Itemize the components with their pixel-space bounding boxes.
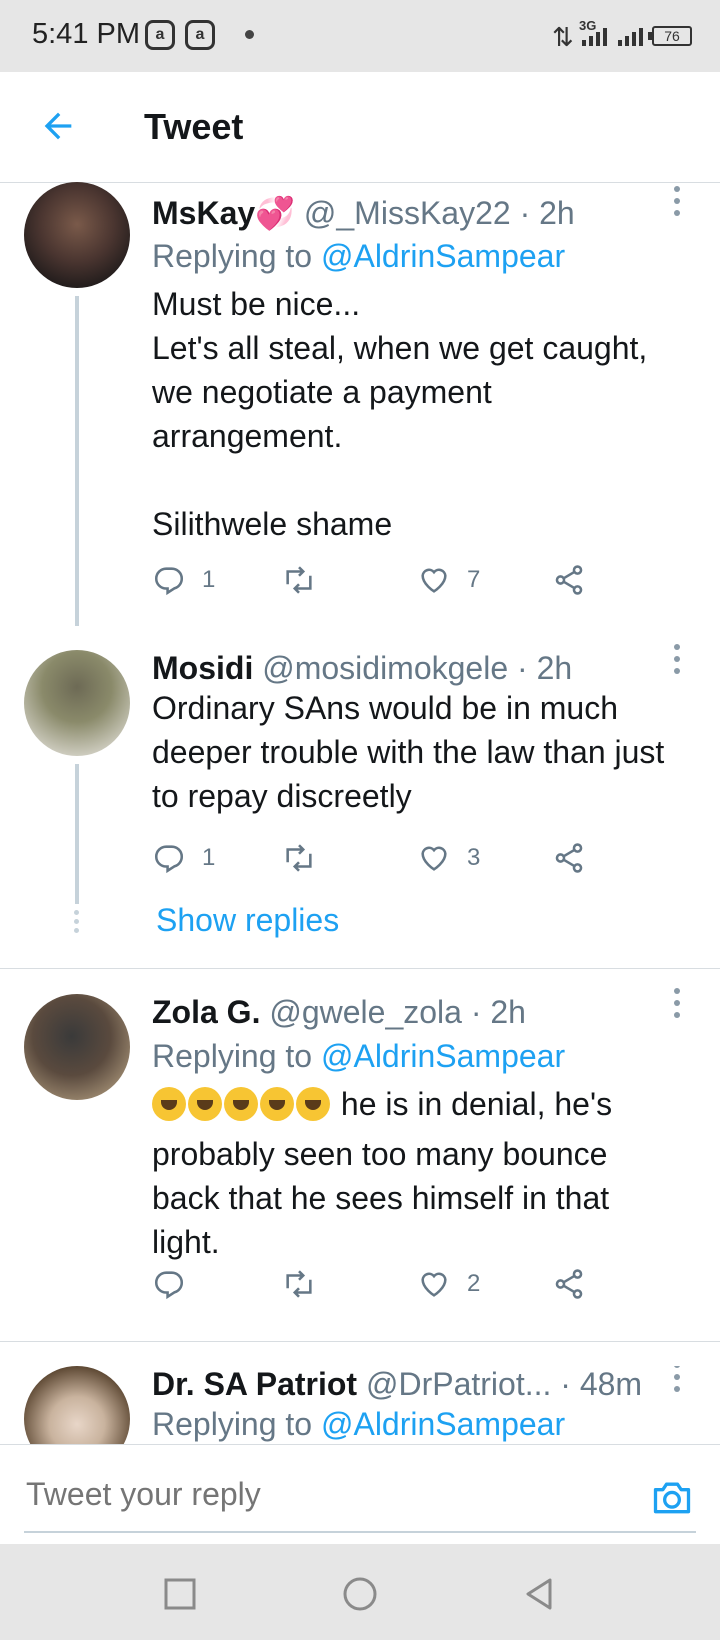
tweet-actions: 1 7 [152, 560, 672, 600]
data-transfer-icon: ⇅ [552, 22, 574, 52]
camera-icon[interactable] [650, 1475, 694, 1519]
tweet-time: · 48m [560, 1366, 643, 1402]
recent-apps-icon[interactable] [160, 1574, 200, 1614]
replying-to: Replying to @AldrinSampear [152, 1038, 566, 1074]
more-options-icon[interactable] [674, 1366, 680, 1398]
show-replies-link[interactable]: Show replies [156, 902, 339, 939]
tweet-time: · 2h [517, 650, 573, 686]
like-count: 3 [467, 844, 481, 871]
reply-icon [154, 567, 184, 596]
tweet-text: Must be nice... Let's all steal, when we… [152, 286, 648, 542]
tweet-actions: 2 [152, 1264, 672, 1304]
reply-button[interactable]: 1 [152, 838, 215, 878]
like-button[interactable]: 3 [417, 838, 480, 878]
input-underline [24, 1531, 696, 1533]
tweet-header: Dr. SA Patriot @DrPatriot... · 48m [152, 1366, 642, 1403]
tweet-header: MsKay💞 @_MissKay22 · 2h [152, 194, 575, 232]
more-options-icon[interactable] [674, 644, 680, 680]
author-handle[interactable]: @gwele_zola [269, 994, 462, 1030]
like-button[interactable]: 7 [417, 560, 480, 600]
tweet-header: Mosidi @mosidimokgele · 2h [152, 650, 572, 687]
laughing-emoji-row [152, 1087, 332, 1132]
top-app-bar: Tweet [0, 72, 720, 183]
app-notification-icon: a [185, 20, 215, 50]
author-handle[interactable]: @mosidimokgele [262, 650, 508, 686]
status-bar: 5:41 PM a a ⇅ 3G 76 [0, 0, 720, 72]
share-button[interactable] [552, 560, 586, 600]
retweet-button[interactable] [282, 560, 332, 600]
divider [0, 968, 720, 969]
tweet-text: he is in denial, he's probably seen too … [152, 1086, 613, 1260]
heart-icon [421, 1272, 447, 1297]
retweet-icon [286, 566, 312, 594]
thread-line [75, 296, 79, 626]
author-name[interactable]: Zola G. [152, 994, 260, 1030]
system-navigation-bar [0, 1544, 720, 1640]
share-button[interactable] [552, 1264, 586, 1304]
share-icon [555, 1269, 583, 1299]
app-notification-icon: a [145, 20, 175, 50]
heart-icon [421, 846, 447, 871]
notification-dot-icon [245, 30, 254, 39]
tweet[interactable]: Zola G. @gwele_zola · 2h Replying to @Al… [0, 988, 720, 1304]
like-count: 7 [467, 566, 481, 593]
battery-icon: 76 [648, 26, 692, 46]
tweet-time: · 2h [519, 195, 575, 231]
author-name[interactable]: MsKay💞 [152, 195, 295, 231]
page-title: Tweet [144, 106, 244, 147]
share-button[interactable] [552, 838, 586, 878]
tweet[interactable]: Dr. SA Patriot @DrPatriot... · 48m Reply… [0, 1366, 720, 1444]
retweet-button[interactable] [282, 838, 332, 878]
replying-to-handle[interactable]: @AldrinSampear [321, 238, 565, 274]
share-icon [555, 843, 583, 873]
retweet-button[interactable] [282, 1264, 332, 1304]
replying-to-handle[interactable]: @AldrinSampear [321, 1406, 565, 1442]
retweet-icon [286, 1270, 312, 1298]
avatar[interactable] [24, 182, 130, 288]
author-handle[interactable]: @_MissKay22 [304, 195, 511, 231]
replying-to-handle[interactable]: @AldrinSampear [321, 1038, 565, 1074]
reply-button[interactable]: 1 [152, 560, 215, 600]
like-count: 2 [467, 1270, 481, 1297]
retweet-icon [286, 844, 312, 872]
tweet-time: · 2h [470, 994, 526, 1030]
tweet-header: Zola G. @gwele_zola · 2h [152, 994, 526, 1031]
status-time: 5:41 PM [32, 18, 140, 50]
reply-input[interactable] [24, 1475, 588, 1514]
replying-to: Replying to @AldrinSampear [152, 1406, 566, 1442]
reply-count: 1 [202, 844, 216, 871]
reply-count: 1 [202, 566, 216, 593]
signal-icon [578, 22, 648, 50]
home-icon[interactable] [340, 1574, 380, 1614]
more-options-icon[interactable] [674, 186, 680, 222]
tweet[interactable]: Mosidi @mosidimokgele · 2h Ordinary SAns… [0, 644, 720, 904]
reply-composer [0, 1444, 720, 1545]
avatar[interactable] [24, 650, 130, 756]
reply-button[interactable] [152, 1264, 202, 1304]
back-icon[interactable] [520, 1574, 560, 1614]
avatar[interactable] [24, 994, 130, 1100]
author-handle[interactable]: @DrPatriot... [366, 1366, 551, 1402]
share-icon [555, 565, 583, 595]
avatar[interactable] [24, 1366, 130, 1444]
tweet-actions: 1 3 [152, 838, 672, 878]
replying-to: Replying to @AldrinSampear [152, 238, 566, 274]
more-options-icon[interactable] [674, 988, 680, 1024]
back-arrow-icon[interactable] [38, 106, 78, 146]
author-name[interactable]: Dr. SA Patriot [152, 1366, 357, 1402]
author-name[interactable]: Mosidi [152, 650, 253, 686]
heart-icon [421, 568, 447, 593]
reply-icon [154, 1271, 184, 1300]
like-button[interactable]: 2 [417, 1264, 480, 1304]
tweet-text: Ordinary SAns would be in much deeper tr… [152, 690, 665, 814]
thread-continuation-dots [74, 910, 79, 937]
tweet[interactable]: MsKay💞 @_MissKay22 · 2h Replying to @Ald… [0, 182, 720, 626]
thread-line [75, 764, 79, 904]
divider [0, 1341, 720, 1342]
reply-icon [154, 845, 184, 874]
